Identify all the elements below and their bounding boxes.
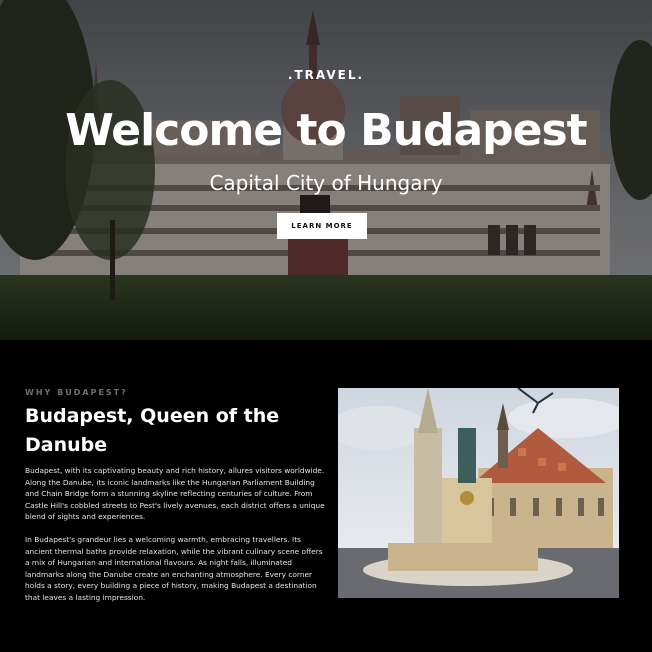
matthias-church-photo	[338, 388, 619, 598]
hero-subtitle: Capital City of Hungary	[209, 171, 443, 195]
paragraph-intro: Budapest, with its captivating beauty an…	[25, 466, 325, 522]
section-eyebrow: WHY BUDAPEST?	[25, 388, 128, 397]
hero-content: .TRAVEL. Welcome to Budapest Capital Cit…	[0, 0, 652, 340]
hero-title: Welcome to Budapest	[65, 105, 587, 156]
hero-section: .TRAVEL. Welcome to Budapest Capital Cit…	[0, 0, 652, 340]
hero-kicker: .TRAVEL.	[287, 68, 365, 82]
why-budapest-section: WHY BUDAPEST? Budapest, Queen of the Dan…	[0, 340, 652, 652]
learn-more-button[interactable]: LEARN MORE	[277, 213, 367, 239]
paragraph-details: In Budapest's grandeur lies a welcoming …	[25, 535, 323, 602]
section-title: Budapest, Queen of the Danube	[25, 405, 280, 456]
